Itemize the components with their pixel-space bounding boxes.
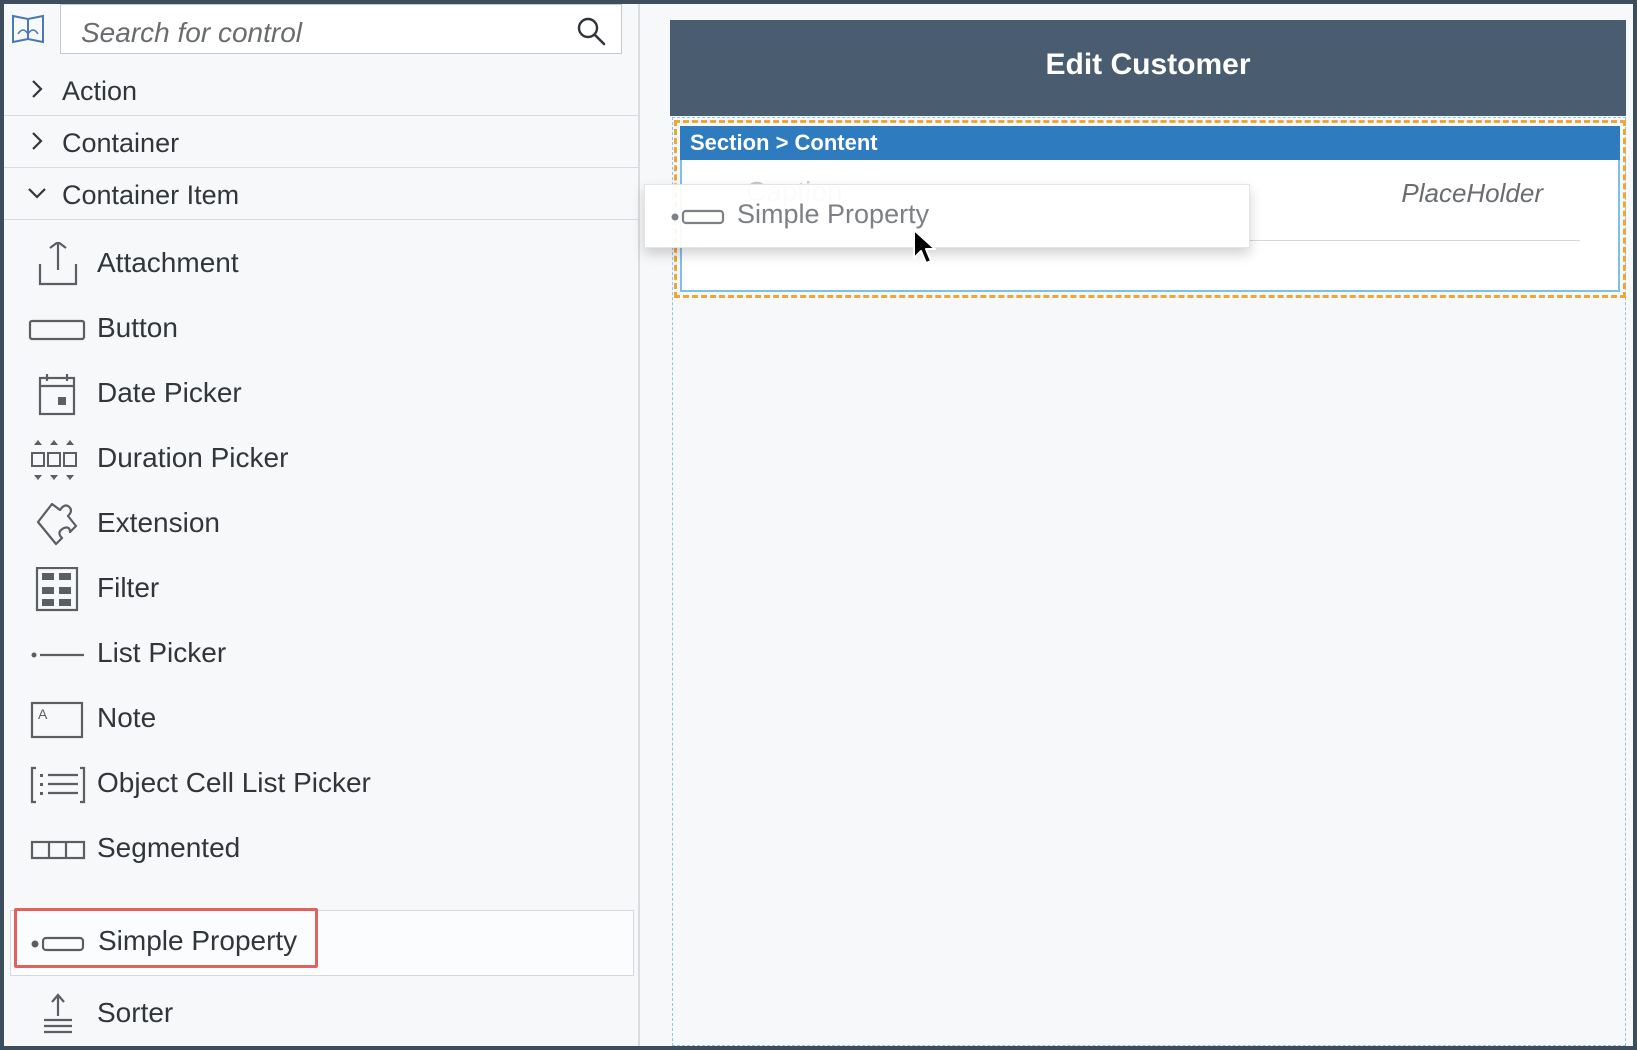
sorter-icon xyxy=(44,993,72,1034)
selection-highlight xyxy=(14,908,318,968)
palette-item-label: Duration Picker xyxy=(97,442,289,473)
object-cell-list-icon xyxy=(30,766,86,804)
simple-property-icon xyxy=(671,209,725,225)
upload-icon xyxy=(38,242,78,286)
grid-icon xyxy=(35,567,79,612)
palette-item-label: Note xyxy=(97,702,157,733)
palette-item-object-cell-list-picker[interactable]: Object Cell List Picker xyxy=(4,752,638,818)
button-icon xyxy=(28,319,86,341)
category-label: Action xyxy=(62,76,138,106)
palette-item-label: Attachment xyxy=(97,247,239,278)
palette-item-label: Filter xyxy=(97,572,160,603)
page-title: Edit Customer xyxy=(1045,48,1251,81)
duration-picker-icon xyxy=(31,440,77,480)
palette-item-date-picker[interactable]: Date Picker xyxy=(4,362,638,428)
palette-item-label: Button xyxy=(97,312,178,343)
book-icon[interactable] xyxy=(10,12,46,46)
palette-item-duration-picker[interactable]: Duration Picker xyxy=(4,427,638,493)
app-frame: Search for control Action Container Cont… xyxy=(4,4,1633,1046)
drag-preview[interactable]: Simple Property xyxy=(644,184,1250,248)
search-box[interactable]: Search for control xyxy=(60,4,622,54)
palette-item-label: Segmented xyxy=(97,832,241,863)
design-canvas[interactable]: Edit Customer Section > Content Caption … xyxy=(640,4,1633,1046)
search-icon[interactable] xyxy=(575,15,607,47)
category-action[interactable]: Action xyxy=(4,64,638,116)
palette-item-segmented[interactable]: Segmented xyxy=(4,817,638,883)
list-picker-icon xyxy=(31,652,84,658)
palette-item-label: Object Cell List Picker xyxy=(97,767,371,798)
chevron-down-icon xyxy=(28,188,46,199)
calendar-icon xyxy=(38,374,76,416)
section-breadcrumb: Section > Content xyxy=(690,130,878,155)
search-input[interactable]: Search for control xyxy=(81,17,302,49)
page-header: Edit Customer xyxy=(670,20,1626,116)
palette-item-list-picker[interactable]: List Picker xyxy=(4,622,638,688)
chevron-right-icon xyxy=(32,132,43,150)
section-label-bar: Section > Content xyxy=(680,126,1620,160)
svg-text:A: A xyxy=(38,706,48,722)
note-icon: A xyxy=(30,701,84,739)
mouse-cursor-icon xyxy=(913,229,936,264)
palette-item-label: Date Picker xyxy=(97,377,242,408)
category-container[interactable]: Container xyxy=(4,116,638,168)
category-label: Container xyxy=(62,128,180,158)
palette-item-attachment[interactable]: Attachment xyxy=(4,232,638,298)
drag-preview-label: Simple Property xyxy=(737,199,930,229)
segmented-icon xyxy=(30,840,86,860)
placeholder-text: PlaceHolder xyxy=(1401,178,1543,208)
palette-item-filter[interactable]: Filter xyxy=(4,557,638,623)
palette-item-button[interactable]: Button xyxy=(4,297,638,363)
palette-item-sorter[interactable]: Sorter xyxy=(4,982,638,1046)
puzzle-icon xyxy=(36,502,78,546)
category-label: Container Item xyxy=(62,180,240,210)
category-container-item[interactable]: Container Item xyxy=(4,168,638,220)
palette-item-label: List Picker xyxy=(97,637,227,668)
palette-item-label: Extension xyxy=(97,507,220,538)
palette-item-label: Sorter xyxy=(97,997,174,1028)
control-palette: Search for control Action Container Cont… xyxy=(4,4,640,1046)
palette-item-note[interactable]: A Note xyxy=(4,687,638,753)
palette-item-extension[interactable]: Extension xyxy=(4,492,638,558)
chevron-right-icon xyxy=(32,80,43,98)
